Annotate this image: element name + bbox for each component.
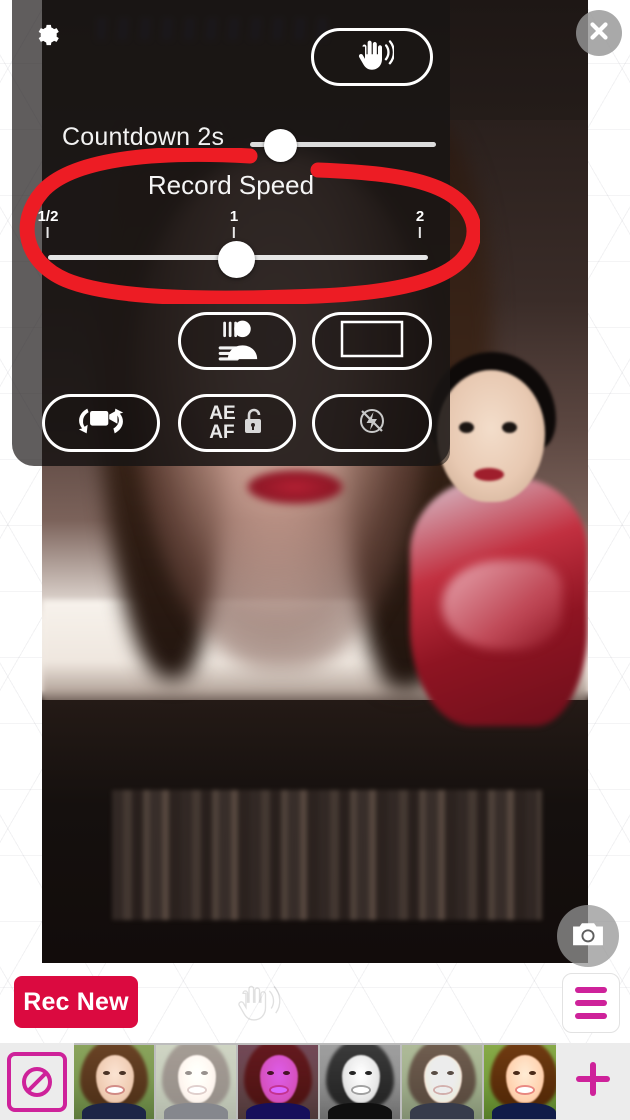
record-speed-title: Record Speed: [147, 170, 315, 200]
record-speed-slider-thumb[interactable]: [218, 241, 255, 278]
doll-sash: [442, 560, 562, 650]
waving-hand-icon: [350, 35, 396, 80]
filter-thumbnail[interactable]: [402, 1044, 482, 1119]
hamburger-menu-button[interactable]: [562, 973, 620, 1033]
filter-strip: [0, 1043, 630, 1120]
plus-icon: [574, 1060, 612, 1103]
tick-half-mark: [46, 227, 49, 238]
countdown-slider-thumb[interactable]: [264, 129, 297, 162]
record-speed-block[interactable]: Record Speed 1/2 1 2: [12, 170, 450, 290]
doll-eye-right: [502, 422, 517, 433]
tick-one-mark: [233, 227, 235, 238]
aspect-ratio-button[interactable]: [312, 312, 432, 370]
camera-icon: [571, 920, 605, 953]
record-speed-ticks: 1/2 1 2: [38, 208, 424, 238]
tick-half-label: 1/2: [37, 208, 59, 225]
filter-thumbnail[interactable]: [74, 1044, 154, 1119]
flip-camera-button[interactable]: [42, 394, 160, 452]
gear-icon[interactable]: [34, 22, 60, 48]
subject-lips: [247, 470, 343, 504]
ae-af-lock-button[interactable]: AE AF: [178, 394, 296, 452]
padlock-unlocked-icon: [241, 406, 265, 441]
close-button[interactable]: [576, 10, 622, 56]
hamburger-line-3: [575, 1013, 607, 1019]
hamburger-line-2: [575, 1000, 607, 1006]
tick-two-label: 2: [415, 208, 425, 225]
close-x-icon: [587, 19, 611, 48]
gesture-wave-button[interactable]: [311, 28, 433, 86]
ae-af-text: AE AF: [209, 404, 235, 442]
doll-head: [437, 370, 545, 502]
viewfinder-books: [112, 790, 542, 920]
filter-thumbnail[interactable]: [320, 1044, 400, 1119]
tick-one: 1: [230, 208, 238, 238]
ae-label: AE: [209, 403, 236, 424]
tick-half: 1/2: [37, 208, 59, 238]
flash-off-icon: [356, 405, 388, 442]
filter-thumbnail[interactable]: [238, 1044, 318, 1119]
camera-flip-icon: [75, 400, 127, 447]
filter-thumbnail[interactable]: [484, 1044, 556, 1119]
tick-two-mark: [419, 227, 421, 238]
camera-settings-panel: Countdown 2s Record Speed 1/2 1 2 AE AF: [12, 0, 450, 466]
ae-af-content: AE AF: [209, 404, 264, 442]
person-blur-icon: [211, 317, 263, 366]
filter-thumbnail[interactable]: [156, 1044, 236, 1119]
countdown-label: Countdown 2s: [62, 123, 225, 151]
action-bar: Rec New: [0, 963, 630, 1043]
background-blur-button[interactable]: [178, 312, 296, 370]
countdown-slider-row[interactable]: Countdown 2s: [12, 112, 450, 162]
camera-shutter-button[interactable]: [557, 905, 619, 967]
tick-one-label: 1: [229, 208, 239, 225]
tick-two: 2: [416, 208, 424, 238]
wave-hint-icon: [226, 980, 282, 1026]
add-filter-button[interactable]: [556, 1043, 630, 1120]
hamburger-menu-icon: [575, 987, 607, 993]
doll-eye-left: [459, 422, 474, 433]
filter-thumbnail-list[interactable]: [74, 1043, 556, 1120]
rectangle-frame-icon: [340, 319, 404, 364]
record-new-button[interactable]: Rec New: [14, 976, 138, 1028]
doll-mouth: [474, 468, 504, 481]
af-label: AF: [209, 422, 235, 443]
no-filter-button[interactable]: [0, 1043, 74, 1120]
app-root: Countdown 2s Record Speed 1/2 1 2 AE AF …: [0, 0, 630, 1120]
no-filter-icon: [7, 1051, 67, 1112]
flash-off-button[interactable]: [312, 394, 432, 452]
